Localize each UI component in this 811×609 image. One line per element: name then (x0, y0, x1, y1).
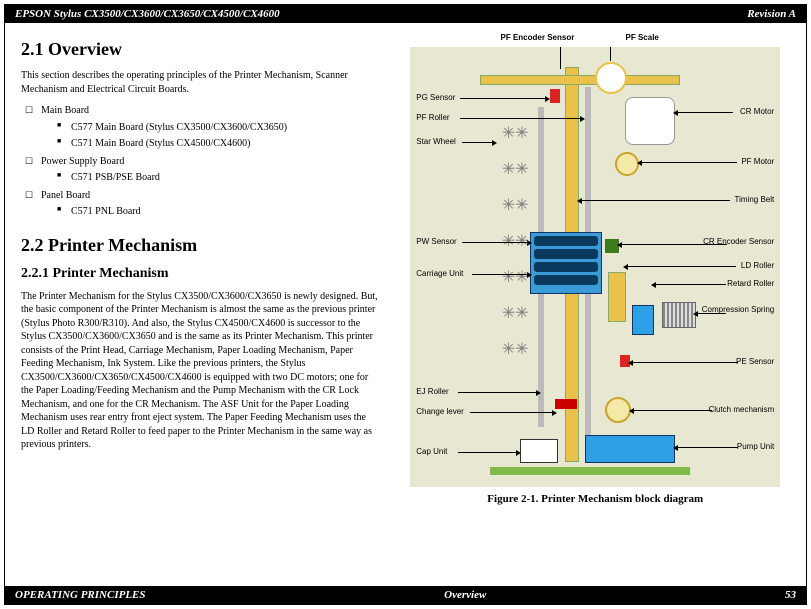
label-cr-motor: CR Motor (740, 107, 774, 116)
list-item-label: C571 Main Board (Stylus CX4500/CX4600) (71, 138, 250, 149)
footer-page-number: 53 (785, 589, 796, 601)
figure-column: PF Encoder Sensor PF Scale ✳✳ ✳ (401, 33, 790, 505)
leader (628, 266, 736, 267)
section-2-2-heading: 2.2 Printer Mechanism (21, 233, 381, 257)
page-footer: OPERATING PRINCIPLES Overview 53 (5, 586, 806, 604)
list-item: Main Board C577 Main Board (Stylus CX350… (25, 104, 381, 151)
label-pe-sensor: PE Sensor (736, 357, 774, 366)
leader (634, 410, 712, 411)
pf-motor-gear (615, 152, 639, 176)
pg-sensor-block (550, 89, 560, 103)
list-item: C571 Main Board (Stylus CX4500/CX4600) (57, 137, 381, 151)
leader (460, 98, 545, 99)
leader (458, 452, 516, 453)
figure-caption: Figure 2-1. Printer Mechanism block diag… (401, 493, 790, 505)
leader (642, 162, 737, 163)
list-item-label: Panel Board (41, 190, 90, 201)
page-content: 2.1 Overview This section describes the … (5, 23, 806, 505)
label-ej-roller: EJ Roller (416, 387, 448, 396)
change-lever-block (555, 399, 577, 409)
clutch-gear (605, 397, 631, 423)
list-item: Power Supply Board C571 PSB/PSE Board (25, 155, 381, 185)
section-2-2-1-heading: 2.2.1 Printer Mechanism (21, 265, 381, 284)
ld-roller-block (608, 272, 626, 322)
leader (622, 244, 727, 245)
list-item-label: Power Supply Board (41, 156, 124, 167)
label-pf-scale: PF Scale (626, 33, 659, 42)
cap-unit-block (520, 439, 558, 463)
list-item-label: C571 PSB/PSE Board (71, 172, 160, 183)
list-item: C577 Main Board (Stylus CX3500/CX3600/CX… (57, 121, 381, 135)
compression-spring-block (662, 302, 696, 328)
cr-motor-block (625, 97, 675, 145)
label-pf-motor: PF Motor (741, 157, 774, 166)
base-bar (490, 467, 690, 475)
leader (472, 274, 527, 275)
leader (560, 47, 561, 69)
label-clutch-mechanism: Clutch mechanism (708, 405, 774, 414)
label-cap-unit: Cap Unit (416, 447, 447, 456)
leader (462, 242, 527, 243)
retard-roller-block (632, 305, 654, 335)
label-star-wheel: Star Wheel (416, 137, 456, 146)
list-item-label: C577 Main Board (Stylus CX3500/CX3600/CX… (71, 122, 287, 133)
leader (460, 118, 580, 119)
printer-mechanism-diagram: ✳✳ ✳✳ ✳✳ ✳✳ ✳✳ ✳✳ ✳✳ (410, 47, 780, 487)
section-2-1-heading: 2.1 Overview (21, 37, 381, 61)
list-item: C571 PNL Board (57, 205, 381, 219)
label-pf-encoder-sensor: PF Encoder Sensor (501, 33, 575, 42)
header-title: EPSON Stylus CX3500/CX3600/CX3650/CX4500… (15, 8, 280, 20)
board-list: Main Board C577 Main Board (Stylus CX350… (21, 104, 381, 219)
leader (458, 392, 536, 393)
carriage-unit-block (530, 232, 602, 294)
pf-scale-disc (595, 62, 627, 94)
label-pf-roller: PF Roller (416, 113, 449, 122)
label-pump-unit: Pump Unit (737, 442, 774, 451)
list-item-label: C571 PNL Board (71, 206, 141, 217)
top-rail (480, 75, 680, 85)
list-item: C571 PSB/PSE Board (57, 171, 381, 185)
list-item-label: Main Board (41, 105, 89, 116)
text-column: 2.1 Overview This section describes the … (21, 33, 381, 505)
label-pw-sensor: PW Sensor (416, 237, 456, 246)
label-retard-roller: Retard Roller (727, 279, 774, 288)
leader (610, 47, 611, 61)
section-2-2-1-body: The Printer Mechanism for the Stylus CX3… (21, 290, 381, 452)
label-ld-roller: LD Roller (741, 261, 774, 270)
leader (462, 142, 492, 143)
header-revision: Revision A (747, 8, 796, 20)
leader (582, 200, 730, 201)
leader (470, 412, 552, 413)
page: EPSON Stylus CX3500/CX3600/CX3650/CX4500… (4, 4, 807, 605)
page-header: EPSON Stylus CX3500/CX3600/CX3650/CX4500… (5, 5, 806, 23)
leader (678, 447, 738, 448)
label-change-lever: Change lever (416, 407, 464, 416)
label-carriage-unit: Carriage Unit (416, 269, 463, 278)
leader (656, 284, 726, 285)
section-2-1-intro: This section describes the operating pri… (21, 69, 381, 96)
list-item: Panel Board C571 PNL Board (25, 189, 381, 219)
label-pg-sensor: PG Sensor (416, 93, 455, 102)
leader (698, 313, 726, 314)
pump-unit-block (585, 435, 675, 463)
label-timing-belt: Timing Belt (735, 195, 775, 204)
footer-left: OPERATING PRINCIPLES (15, 589, 146, 601)
star-wheel-column: ✳✳ ✳✳ ✳✳ ✳✳ ✳✳ ✳✳ ✳✳ (495, 117, 535, 417)
leader (633, 362, 738, 363)
footer-center: Overview (444, 589, 486, 601)
leader (678, 112, 733, 113)
